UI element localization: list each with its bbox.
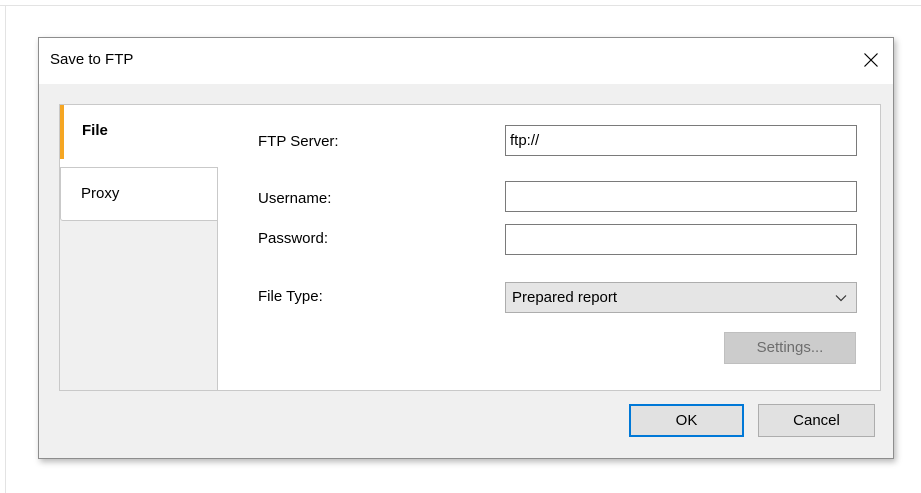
file-type-label: File Type: — [258, 288, 323, 305]
username-label: Username: — [258, 190, 332, 207]
dialog-body: File Proxy FTP Server: Username: Passwor… — [39, 84, 893, 458]
title-bar: Save to FTP — [39, 38, 893, 84]
background-divider — [0, 5, 921, 6]
close-icon — [864, 53, 878, 67]
password-label: Password: — [258, 230, 329, 247]
file-type-value: Prepared report — [512, 289, 618, 306]
close-button[interactable] — [851, 40, 891, 80]
screen: Save to FTP File Proxy FTP Server: Usern… — [0, 0, 921, 493]
background-divider-vertical — [5, 5, 6, 493]
ftp-server-label: FTP Server: — [258, 133, 339, 150]
save-to-ftp-dialog: Save to FTP File Proxy FTP Server: Usern… — [38, 37, 894, 459]
dialog-title: Save to FTP — [50, 51, 134, 68]
chevron-down-icon — [835, 295, 847, 302]
password-input[interactable] — [505, 224, 857, 255]
username-input[interactable] — [505, 181, 857, 212]
cancel-button[interactable]: Cancel — [758, 404, 875, 437]
tab-panel: File Proxy FTP Server: Username: Passwor… — [59, 104, 881, 391]
file-type-select[interactable]: Prepared report — [505, 282, 857, 313]
ftp-server-input[interactable] — [505, 125, 857, 156]
tab-file-label: File — [82, 122, 108, 139]
settings-button[interactable]: Settings... — [724, 332, 856, 364]
tab-proxy-label: Proxy — [81, 185, 120, 202]
tab-file[interactable]: File — [60, 105, 218, 159]
ok-button[interactable]: OK — [629, 404, 744, 437]
tab-proxy[interactable]: Proxy — [60, 167, 218, 221]
